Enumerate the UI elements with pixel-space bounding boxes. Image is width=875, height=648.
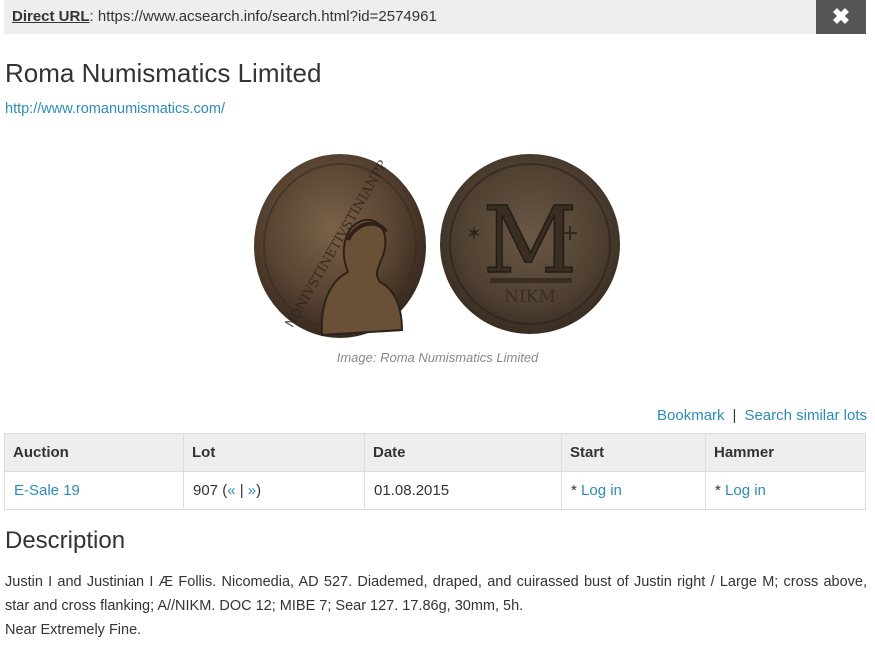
close-button[interactable]: ✖ <box>816 0 866 34</box>
search-similar-lots-link[interactable]: Search similar lots <box>744 407 867 424</box>
actions-separator: | <box>732 407 737 424</box>
direct-url-value[interactable]: https://www.acsearch.info/search.html?id… <box>98 8 437 25</box>
lot-paren-close: ) <box>256 482 262 499</box>
start-login-link[interactable]: Log in <box>581 482 622 499</box>
lot-number: 907 <box>193 482 219 499</box>
start-prefix: * <box>571 482 582 499</box>
header-lot: Lot <box>183 433 365 472</box>
reverse-exergue: NIKM <box>504 287 556 307</box>
hammer-login-link[interactable]: Log in <box>725 482 766 499</box>
auctioneer-name: Roma Numismatics Limited <box>5 58 322 88</box>
close-icon: ✖ <box>831 4 851 29</box>
cell-start: * Log in <box>561 471 706 510</box>
auction-link[interactable]: E-Sale 19 <box>14 482 80 499</box>
cell-hammer: * Log in <box>705 471 866 510</box>
table-header-row: Auction Lot Date Start Hammer <box>4 433 866 472</box>
coin-reverse: M NIKM ✶ + <box>440 154 620 334</box>
description-body: Justin I and Justinian I Æ Follis. Nicom… <box>5 570 867 642</box>
table-row: E-Sale 19 907 (« | ») 01.08.2015 * Log i… <box>4 471 866 510</box>
previous-lot-link[interactable]: « <box>227 482 235 499</box>
coin-obverse: ꓠDNIVSTINETIVSTINIANPP <box>254 154 426 338</box>
direct-url-bar: Direct URL: https://www.acsearch.info/se… <box>4 0 866 34</box>
lot-nav-separator: | <box>235 482 248 499</box>
coin-image[interactable]: ꓠDNIVSTINETIVSTINIANPP M NIKM ✶ + <box>252 150 622 342</box>
svg-text:+: + <box>561 221 579 246</box>
auctioneer-website-link[interactable]: http://www.romanumismatics.com/ <box>5 101 225 117</box>
hammer-prefix: * <box>715 482 726 499</box>
lot-info-table: Auction Lot Date Start Hammer E-Sale 19 … <box>4 433 866 510</box>
lot-actions: Bookmark | Search similar lots <box>657 407 867 424</box>
bookmark-link[interactable]: Bookmark <box>657 407 725 424</box>
direct-url-label: Direct URL <box>12 8 90 25</box>
cell-date: 01.08.2015 <box>364 471 562 510</box>
direct-url-colon: : <box>89 8 94 25</box>
header-date: Date <box>364 433 562 472</box>
coin-photo: ꓠDNIVSTINETIVSTINIANPP M NIKM ✶ + <box>254 154 620 338</box>
description-grade: Near Extremely Fine. <box>5 622 142 638</box>
description-heading: Description <box>5 527 126 554</box>
svg-text:✶: ✶ <box>466 221 483 245</box>
direct-url-text: Direct URL: https://www.acsearch.info/se… <box>12 8 437 25</box>
image-caption: Image: Roma Numismatics Limited <box>336 350 539 365</box>
header-auction: Auction <box>4 433 184 472</box>
header-start: Start <box>561 433 706 472</box>
cell-auction: E-Sale 19 <box>4 471 184 510</box>
next-lot-link[interactable]: » <box>248 482 256 499</box>
description-text: Justin I and Justinian I Æ Follis. Nicom… <box>5 574 867 614</box>
cell-lot: 907 (« | ») <box>183 471 365 510</box>
lot-paren-open: ( <box>218 482 228 499</box>
header-hammer: Hammer <box>705 433 866 472</box>
